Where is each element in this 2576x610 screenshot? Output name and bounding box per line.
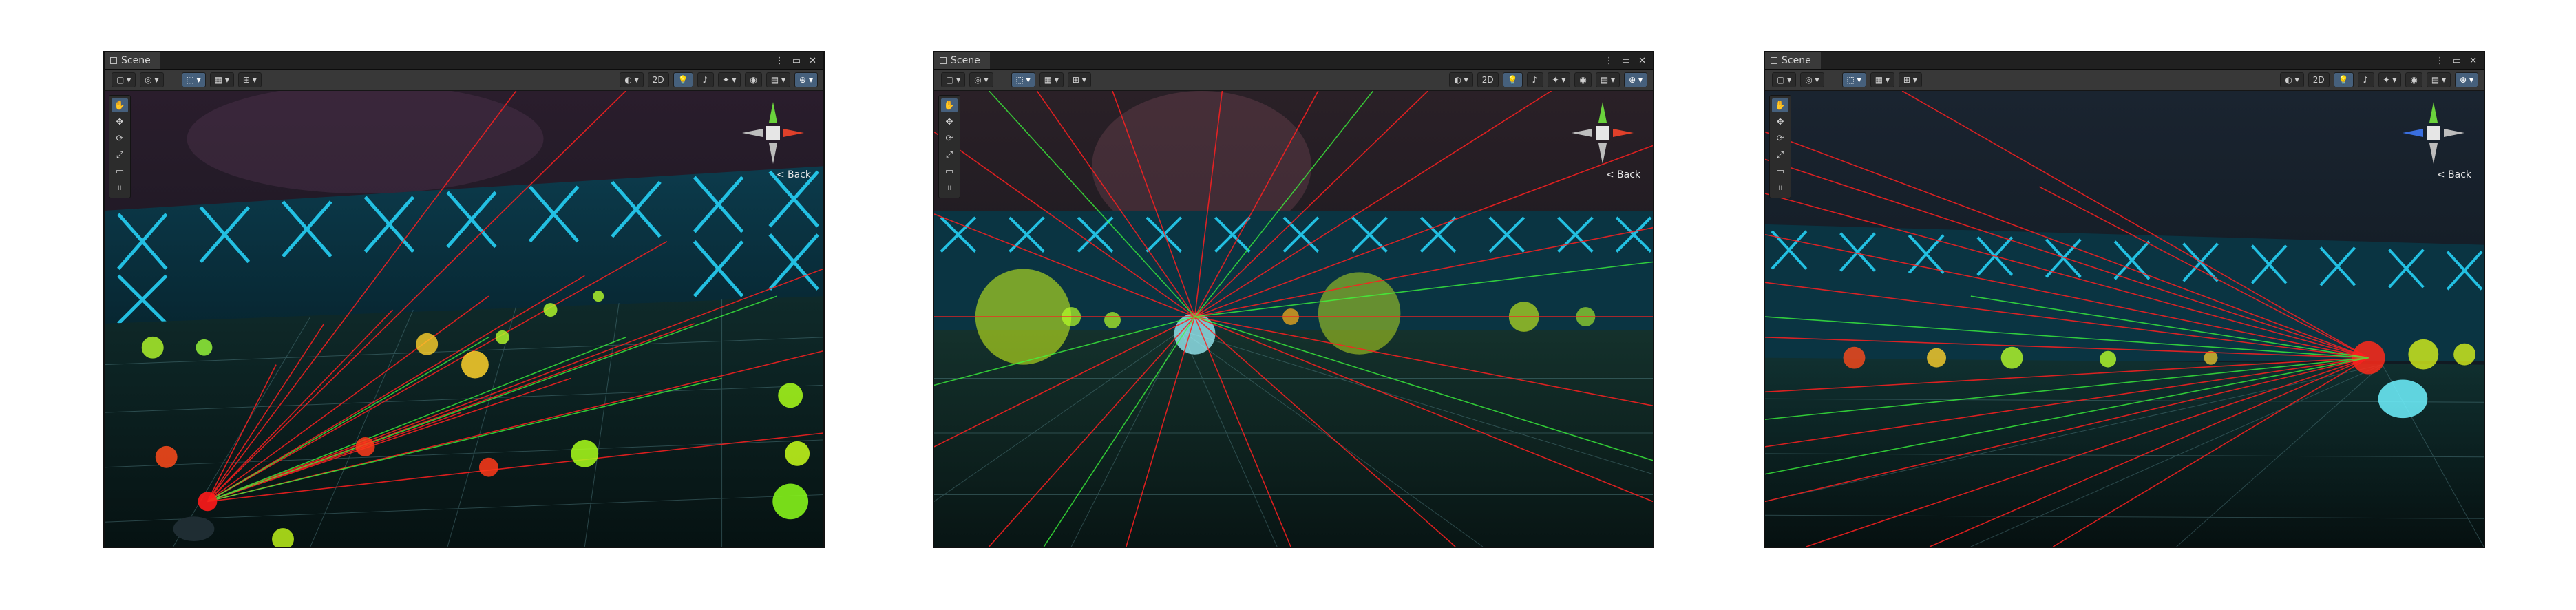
scale-tool-icon[interactable]: ⤢ [1772, 148, 1788, 162]
camera-icon[interactable]: ▤ ▾ [1595, 72, 1620, 87]
scene-tab[interactable]: Scene [934, 52, 990, 69]
gizmo-view-label[interactable]: < Back [1606, 169, 1640, 180]
scene-tab[interactable]: Scene [105, 52, 160, 69]
hand-tool-icon[interactable]: ✋ [1772, 98, 1788, 112]
scene-window-2: Scene ⋮ ▭ ✕ ▢ ▾ ◎ ▾ ⬚ ▾ ▦ ▾ ⊞ ▾ ◐ ▾ 2D 💡… [933, 51, 1654, 548]
visibility-icon[interactable]: ◉ [745, 72, 762, 87]
visibility-icon[interactable]: ◉ [2405, 72, 2422, 87]
transform-tool-icon[interactable]: ⌗ [1772, 181, 1788, 195]
audio-icon[interactable]: ♪ [2357, 72, 2374, 87]
grid-icon[interactable]: ▦ ▾ [1039, 72, 1064, 87]
grid-icon[interactable]: ▦ ▾ [1870, 72, 1894, 87]
hand-tool-icon[interactable]: ✋ [112, 98, 128, 112]
scene-viewport[interactable] [934, 91, 1653, 547]
scene-window-1: Scene ⋮ ▭ ✕ ▢ ▾ ◎ ▾ ⬚ ▾ ▦ ▾ ⊞ ▾ ◐ ▾ 2D 💡… [103, 51, 825, 548]
gizmo-view-label[interactable]: < Back [2437, 169, 2471, 180]
2d-toggle[interactable]: 2D [647, 72, 669, 87]
transform-tool-icon[interactable]: ⬚ ▾ [1011, 72, 1035, 87]
shading-icon[interactable]: ◐ ▾ [2280, 72, 2304, 87]
scene-tab-icon [940, 57, 947, 64]
tab-bar: Scene ⋮ ▭ ✕ [1765, 52, 2484, 70]
scene-tab-icon [1771, 57, 1777, 64]
orientation-gizmo[interactable] [1565, 95, 1640, 178]
scene-tab-icon [110, 57, 117, 64]
tab-bar: Scene ⋮ ▭ ✕ [934, 52, 1653, 70]
rotate-tool-icon[interactable]: ⟳ [112, 132, 128, 145]
maximize-icon[interactable]: ▭ [1622, 56, 1630, 66]
scene-viewport[interactable] [105, 91, 823, 547]
more-options-icon[interactable]: ⋮ [2436, 56, 2445, 66]
transform-tool-icon[interactable]: ⌗ [941, 181, 958, 195]
move-tool-icon[interactable]: ✥ [112, 115, 128, 129]
snap-icon[interactable]: ⊞ ▾ [237, 72, 262, 87]
2d-toggle[interactable]: 2D [1477, 72, 1499, 87]
camera-icon[interactable]: ▤ ▾ [766, 72, 791, 87]
transform-tool-icon[interactable]: ⬚ ▾ [1841, 72, 1866, 87]
gizmos-toggle-icon[interactable]: ⊕ ▾ [2455, 72, 2478, 87]
transform-tool-icon[interactable]: ⬚ ▾ [181, 72, 206, 87]
shading-icon[interactable]: ◐ ▾ [620, 72, 644, 87]
2d-toggle[interactable]: 2D [2308, 72, 2330, 87]
draw-mode-icon[interactable]: ▢ ▾ [1772, 72, 1797, 87]
audio-icon[interactable]: ♪ [697, 72, 714, 87]
grid-icon[interactable]: ▦ ▾ [209, 72, 234, 87]
scene-toolbar: ▢ ▾ ◎ ▾ ⬚ ▾ ▦ ▾ ⊞ ▾ ◐ ▾ 2D 💡 ♪ ✦ ▾ ◉ ▤ ▾… [105, 70, 823, 91]
scene-viewport[interactable] [1765, 91, 2484, 547]
audio-icon[interactable]: ♪ [1526, 72, 1543, 87]
effects-icon[interactable]: ✦ ▾ [1547, 72, 1571, 87]
close-icon[interactable]: ✕ [2469, 56, 2477, 66]
gizmo-icon[interactable]: ◎ ▾ [140, 72, 164, 87]
move-tool-icon[interactable]: ✥ [941, 115, 958, 129]
scene-tab-label: Scene [121, 55, 151, 66]
scene-toolbar: ▢ ▾ ◎ ▾ ⬚ ▾ ▦ ▾ ⊞ ▾ ◐ ▾ 2D 💡 ♪ ✦ ▾ ◉ ▤ ▾… [1765, 70, 2484, 91]
rect-tool-icon[interactable]: ▭ [941, 165, 958, 178]
scale-tool-icon[interactable]: ⤢ [941, 148, 958, 162]
effects-icon[interactable]: ✦ ▾ [2378, 72, 2402, 87]
orientation-gizmo[interactable] [2396, 95, 2471, 178]
more-options-icon[interactable]: ⋮ [1605, 56, 1614, 66]
snap-icon[interactable]: ⊞ ▾ [1898, 72, 1922, 87]
gizmos-toggle-icon[interactable]: ⊕ ▾ [1624, 72, 1647, 87]
draw-mode-icon[interactable]: ▢ ▾ [941, 72, 966, 87]
rotate-tool-icon[interactable]: ⟳ [1772, 132, 1788, 145]
scene-tab-label: Scene [951, 55, 980, 66]
tools-panel: ✋ ✥ ⟳ ⤢ ▭ ⌗ [109, 95, 131, 198]
tools-panel: ✋ ✥ ⟳ ⤢ ▭ ⌗ [938, 95, 960, 198]
gizmo-icon[interactable]: ◎ ▾ [1800, 72, 1824, 87]
gizmo-view-label[interactable]: < Back [777, 169, 811, 180]
close-icon[interactable]: ✕ [809, 56, 816, 66]
lighting-icon[interactable]: 💡 [2333, 72, 2354, 87]
gizmos-toggle-icon[interactable]: ⊕ ▾ [794, 72, 818, 87]
lighting-icon[interactable]: 💡 [1502, 72, 1523, 87]
scene-toolbar: ▢ ▾ ◎ ▾ ⬚ ▾ ▦ ▾ ⊞ ▾ ◐ ▾ 2D 💡 ♪ ✦ ▾ ◉ ▤ ▾… [934, 70, 1653, 91]
rect-tool-icon[interactable]: ▭ [112, 165, 128, 178]
snap-icon[interactable]: ⊞ ▾ [1067, 72, 1091, 87]
tab-bar: Scene ⋮ ▭ ✕ [105, 52, 823, 70]
scale-tool-icon[interactable]: ⤢ [112, 148, 128, 162]
scene-tab-label: Scene [1782, 55, 1811, 66]
visibility-icon[interactable]: ◉ [1574, 72, 1592, 87]
gizmo-icon[interactable]: ◎ ▾ [969, 72, 993, 87]
close-icon[interactable]: ✕ [1638, 56, 1646, 66]
draw-mode-icon[interactable]: ▢ ▾ [112, 72, 136, 87]
rotate-tool-icon[interactable]: ⟳ [941, 132, 958, 145]
more-options-icon[interactable]: ⋮ [775, 56, 784, 66]
hand-tool-icon[interactable]: ✋ [941, 98, 958, 112]
lighting-icon[interactable]: 💡 [673, 72, 693, 87]
effects-icon[interactable]: ✦ ▾ [717, 72, 741, 87]
transform-tool-icon[interactable]: ⌗ [112, 181, 128, 195]
shading-icon[interactable]: ◐ ▾ [1449, 72, 1473, 87]
scene-window-3: Scene ⋮ ▭ ✕ ▢ ▾ ◎ ▾ ⬚ ▾ ▦ ▾ ⊞ ▾ ◐ ▾ 2D 💡… [1764, 51, 2485, 548]
scene-tab[interactable]: Scene [1765, 52, 1821, 69]
rect-tool-icon[interactable]: ▭ [1772, 165, 1788, 178]
camera-icon[interactable]: ▤ ▾ [2426, 72, 2451, 87]
tools-panel: ✋ ✥ ⟳ ⤢ ▭ ⌗ [1769, 95, 1791, 198]
maximize-icon[interactable]: ▭ [2453, 56, 2461, 66]
move-tool-icon[interactable]: ✥ [1772, 115, 1788, 129]
maximize-icon[interactable]: ▭ [792, 56, 801, 66]
orientation-gizmo[interactable] [735, 95, 811, 178]
